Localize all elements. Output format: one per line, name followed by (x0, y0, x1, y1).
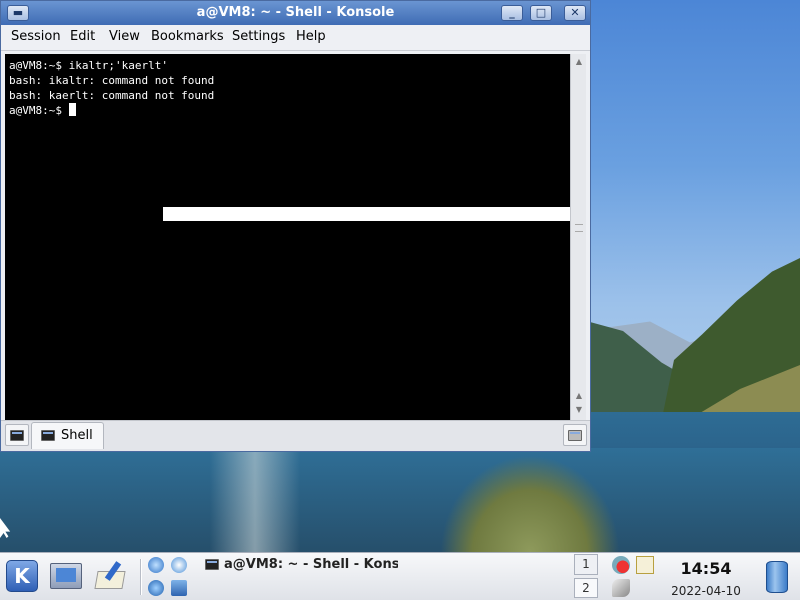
menu-bookmarks[interactable]: Bookmarks (151, 29, 224, 44)
browser-icon[interactable] (171, 557, 187, 573)
minimize-icon: _ (509, 6, 515, 19)
scroll-down-icon[interactable]: ▼ (573, 404, 585, 416)
menu-session[interactable]: Session (11, 29, 61, 44)
text-cursor (68, 103, 76, 116)
window-titlebar[interactable]: ▬ a@VM8: ~ - Shell - Konsole _ □ ✕ (1, 1, 590, 25)
pager-label: 2 (582, 581, 590, 595)
new-tab-icon (10, 430, 24, 441)
clock-date[interactable]: 2022-04-10 (662, 584, 750, 598)
tab-label: Shell (61, 428, 93, 443)
terminal-icon (41, 430, 55, 441)
network-icon[interactable] (148, 557, 164, 573)
taskbar: K a@VM8: ~ - Shell - Konsole 1 2 14:54 2… (0, 552, 800, 600)
show-desktop-icon[interactable] (50, 563, 82, 589)
tab-bar: Shell (1, 420, 590, 451)
menu-settings[interactable]: Settings (232, 29, 285, 44)
maximize-icon: □ (535, 6, 547, 19)
wallpaper-water (0, 448, 800, 552)
wallpaper-reflection (210, 452, 300, 552)
scroll-up-icon[interactable]: ▲ (573, 56, 585, 68)
maximize-button[interactable]: □ (530, 5, 552, 21)
pager-desktop-1[interactable]: 1 (574, 554, 598, 575)
close-button[interactable]: ✕ (564, 5, 586, 21)
trash-icon[interactable] (766, 561, 788, 593)
terminal-prompt-line: a@VM8:~$ (9, 103, 570, 118)
task-label: a@VM8: ~ - Shell - Konsole (224, 557, 398, 572)
terminal-line: bash: ikaltr: command not found (9, 74, 215, 87)
menu-edit[interactable]: Edit (70, 29, 95, 44)
clipboard-icon[interactable] (636, 556, 654, 574)
terminal-render-artifact (163, 207, 570, 221)
pager-label: 1 (582, 557, 590, 571)
scroll-up-icon[interactable]: ▲ (573, 390, 585, 402)
pager-desktop-2[interactable]: 2 (574, 578, 598, 598)
wallpaper-bush (440, 455, 620, 552)
konsole-window: ▬ a@VM8: ~ - Shell - Konsole _ □ ✕ Sessi… (0, 0, 591, 452)
minimize-button[interactable]: _ (501, 5, 523, 21)
terminal-line: a@VM8:~$ ikaltr;'kaerlt' (9, 59, 168, 72)
menu-help[interactable]: Help (296, 29, 326, 44)
globe-icon[interactable] (148, 580, 164, 596)
taskbar-separator (140, 559, 142, 595)
terminal-prompt: a@VM8:~$ (9, 104, 69, 117)
terminal-scrollbar[interactable]: ▲ ▲ ▼ (570, 54, 586, 420)
new-tab-button[interactable] (5, 424, 29, 446)
share-icon[interactable] (171, 580, 187, 596)
close-icon: ✕ (570, 6, 580, 19)
task-konsole[interactable]: a@VM8: ~ - Shell - Konsole (202, 555, 398, 577)
terminal-line: bash: kaerlt: command not found (9, 89, 215, 102)
usb-icon[interactable] (612, 579, 630, 597)
clock-time[interactable]: 14:54 (668, 559, 744, 578)
close-tab-icon (568, 430, 582, 441)
scrollbar-grip[interactable] (575, 224, 583, 232)
network-error-icon[interactable] (612, 556, 630, 574)
paint-icon[interactable] (94, 561, 126, 591)
tab-shell[interactable]: Shell (31, 422, 104, 449)
close-tab-button[interactable] (563, 424, 587, 446)
terminal-output[interactable]: a@VM8:~$ ikaltr;'kaerlt' bash: ikaltr: c… (5, 54, 570, 420)
menu-view[interactable]: View (109, 29, 140, 44)
kde-menu-icon[interactable]: K (6, 560, 38, 592)
menubar: Session Edit View Bookmarks Settings Hel… (1, 25, 590, 51)
terminal-icon (205, 559, 219, 570)
